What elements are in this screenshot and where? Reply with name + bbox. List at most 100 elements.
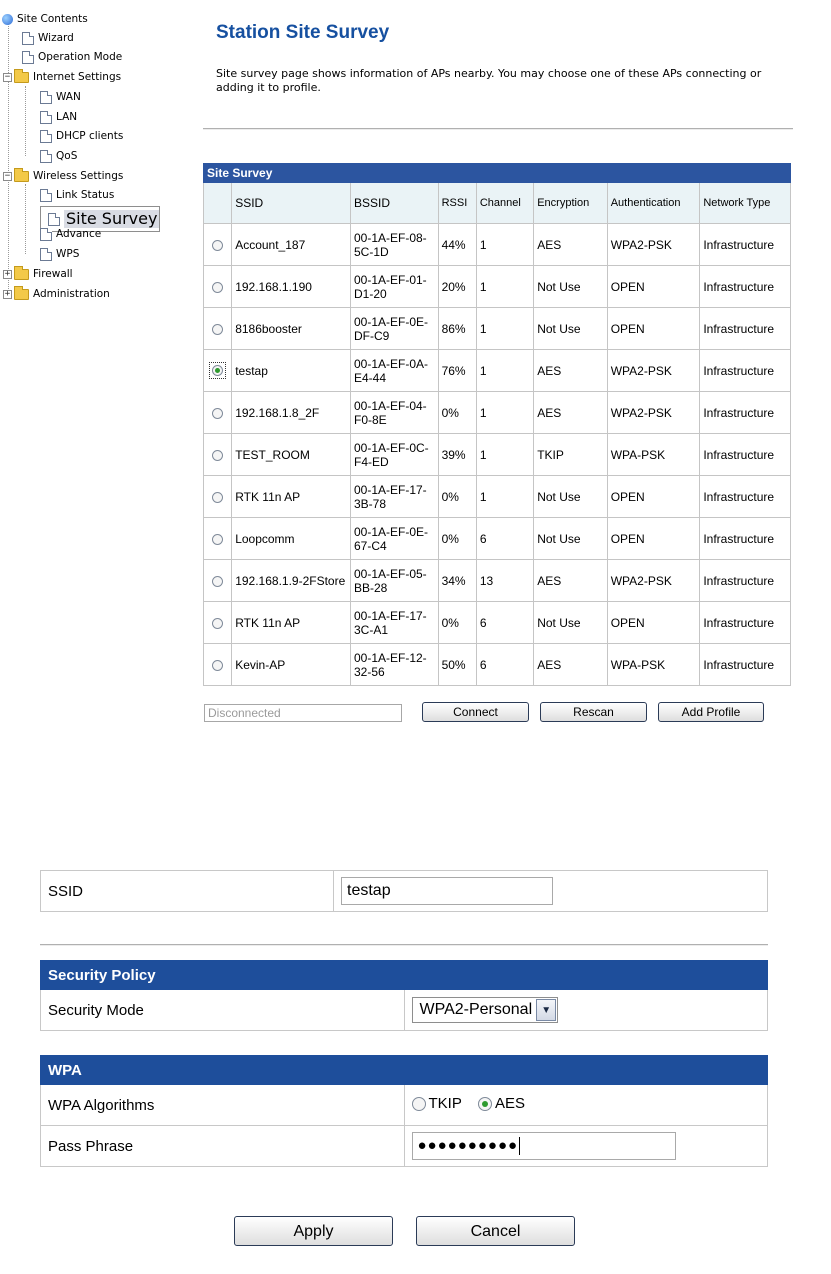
wpa-algorithms-cell: TKIP AES (403, 1084, 768, 1126)
security-mode-select[interactable]: WPA2-Personal ▼ (411, 997, 559, 1023)
header-ssid: SSID (231, 182, 351, 224)
tree-item-wireless-settings[interactable]: − Wireless Settings (3, 167, 123, 185)
ap-select-radio[interactable] (212, 281, 224, 293)
ap-select-radio[interactable] (212, 407, 224, 419)
tree-item-label: DHCP clients (56, 130, 124, 142)
ap-select-radio[interactable] (212, 617, 224, 629)
cell-ssid: RTK 11n AP (231, 475, 351, 518)
algorithm-aes-option[interactable]: AES (478, 1095, 525, 1112)
tree-item-label: Advance (56, 228, 102, 240)
cell-network-type: Infrastructure (699, 265, 791, 308)
tree-item-lan[interactable]: LAN (40, 108, 77, 126)
cell-rssi: 76% (437, 349, 477, 392)
minus-icon[interactable]: − (3, 171, 12, 181)
cell-rssi: 0% (437, 475, 477, 518)
header-select (202, 182, 233, 224)
ap-select-radio[interactable] (212, 239, 224, 251)
pass-phrase-label: Pass Phrase (40, 1125, 405, 1167)
tree-item-administration[interactable]: + Administration (3, 285, 110, 303)
survey-row[interactable]: 192.168.1.9-2FStore 00-1A-EF-05-BB-28 34% 1… (202, 559, 791, 602)
document-icon (40, 90, 52, 104)
survey-row[interactable]: testap 00-1A-EF-0A-E4-44 76% 1 AES WPA2-PSK In… (202, 349, 791, 392)
tree-item-operation-mode[interactable]: Operation Mode (22, 48, 122, 66)
plus-icon[interactable]: + (3, 269, 12, 279)
cell-rssi: 50% (437, 643, 477, 686)
cell-channel: 1 (475, 433, 535, 476)
tree-item-advance[interactable]: Advance (40, 225, 101, 243)
survey-row[interactable]: 192.168.1.190 00-1A-EF-01-D1-20 20% 1 Not Us… (202, 265, 791, 308)
tree-item-firewall[interactable]: + Firewall (3, 265, 73, 283)
tree-item-internet-settings[interactable]: − Internet Settings (3, 68, 121, 86)
cell-encryption: Not Use (533, 517, 608, 560)
document-icon (22, 50, 34, 64)
ap-select-radio[interactable] (212, 491, 224, 503)
survey-row[interactable]: Kevin-AP 00-1A-EF-12-32-56 50% 6 AES WPA-PSK I… (202, 643, 791, 686)
cell-encryption: AES (533, 643, 608, 686)
pass-phrase-mask: ●●●●●●●●●● (417, 1137, 519, 1154)
cell-channel: 1 (475, 223, 535, 266)
tree-item-wps[interactable]: WPS (40, 245, 79, 263)
ap-select-radio[interactable] (212, 533, 224, 545)
ssid-input[interactable]: testap (341, 877, 553, 905)
cell-network-type: Infrastructure (699, 475, 791, 518)
survey-row[interactable]: Loopcomm 00-1A-EF-0E-67-C4 0% 6 Not Use OPEN I… (202, 517, 791, 560)
tree-item-label: WPS (56, 248, 80, 260)
aes-radio[interactable] (478, 1096, 493, 1111)
tkip-radio[interactable] (411, 1096, 426, 1111)
cell-ssid: 192.168.1.8_2F (231, 391, 351, 434)
survey-row[interactable]: RTK 11n AP 00-1A-EF-17-3C-A1 0% 6 Not Use OPE… (202, 601, 791, 644)
wpa-algorithms-label: WPA Algorithms (40, 1084, 405, 1126)
tree-item-dhcp-clients[interactable]: DHCP clients (40, 127, 123, 145)
cell-bssid: 00-1A-EF-01-D1-20 (349, 265, 439, 308)
cell-network-type: Infrastructure (699, 517, 791, 560)
ap-select-radio[interactable] (212, 449, 224, 461)
security-mode-label: Security Mode (40, 989, 405, 1031)
minus-icon[interactable]: − (3, 72, 12, 82)
cancel-button[interactable]: Cancel (416, 1216, 575, 1246)
cell-rssi: 0% (437, 601, 477, 644)
cell-network-type: Infrastructure (699, 307, 791, 350)
connect-button[interactable]: Connect (422, 702, 529, 722)
site-survey-table: Site Survey SSID BSSID RSSI Channel Encr… (202, 163, 791, 686)
pass-phrase-input[interactable]: ●●●●●●●●●● (411, 1132, 676, 1160)
survey-select-cell (202, 307, 233, 350)
tree-connector (25, 86, 26, 156)
tree-item-link-status[interactable]: Link Status (40, 186, 114, 204)
chevron-down-icon[interactable]: ▼ (536, 999, 557, 1021)
algorithm-tkip-option[interactable]: TKIP (411, 1095, 462, 1112)
ap-select-radio[interactable] (212, 575, 224, 587)
cell-channel: 6 (475, 601, 535, 644)
cell-encryption: Not Use (533, 601, 608, 644)
apply-button[interactable]: Apply (234, 1216, 393, 1246)
cell-bssid: 00-1A-EF-0C-F4-ED (349, 433, 439, 476)
survey-select-cell (202, 601, 233, 644)
ap-select-radio[interactable] (212, 323, 224, 335)
plus-icon[interactable]: + (3, 289, 12, 299)
cell-network-type: Infrastructure (699, 643, 791, 686)
survey-row[interactable]: Account_187 00-1A-EF-08-5C-1D 44% 1 AES WPA2-… (202, 223, 791, 266)
survey-select-cell (202, 433, 233, 476)
tree-item-wan[interactable]: WAN (40, 88, 81, 106)
ap-select-radio[interactable] (212, 365, 224, 376)
rescan-button[interactable]: Rescan (540, 702, 647, 722)
ssid-label: SSID (40, 870, 334, 912)
survey-select-cell (202, 517, 233, 560)
survey-row[interactable]: TEST_ROOM 00-1A-EF-0C-F4-ED 39% 1 TKIP WPA-PS… (202, 433, 791, 476)
ap-select-radio[interactable] (212, 659, 224, 671)
document-icon (40, 188, 52, 202)
ssid-table: SSID testap (40, 870, 768, 912)
survey-row[interactable]: 8186booster 00-1A-EF-0E-DF-C9 86% 1 Not Use O… (202, 307, 791, 350)
folder-icon (14, 68, 29, 83)
cell-authentication: OPEN (606, 601, 701, 644)
page-intro: Site survey page shows information of AP… (216, 67, 762, 94)
survey-select-cell (202, 475, 233, 518)
tree-root[interactable]: Site Contents (2, 10, 88, 28)
cell-authentication: WPA2-PSK (606, 223, 701, 266)
add-profile-button[interactable]: Add Profile (658, 702, 764, 722)
survey-row[interactable]: 192.168.1.8_2F 00-1A-EF-04-F0-8E 0% 1 AES WPA… (202, 391, 791, 434)
survey-row[interactable]: RTK 11n AP 00-1A-EF-17-3B-78 0% 1 Not Use OPE… (202, 475, 791, 518)
security-mode-value: WPA2-Personal (419, 1001, 533, 1018)
tree-item-qos[interactable]: QoS (40, 147, 77, 165)
cell-ssid: 192.168.1.9-2FStore (231, 559, 351, 602)
tree-item-wizard[interactable]: Wizard (22, 29, 74, 47)
